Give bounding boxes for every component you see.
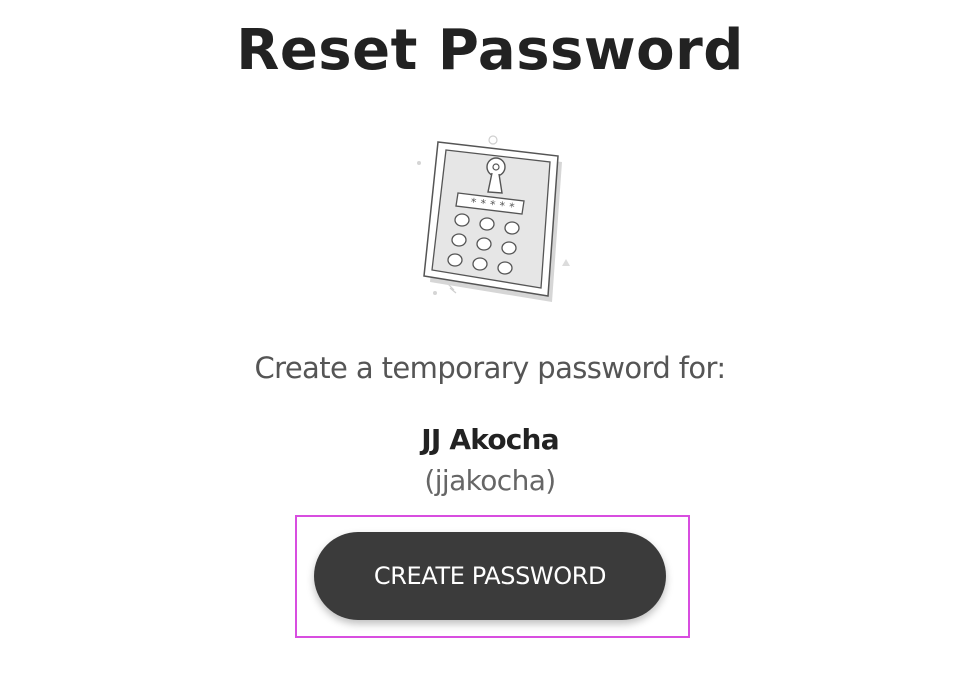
instruction-text: Create a temporary password for: xyxy=(254,351,726,385)
user-login-name: (jjakocha) xyxy=(424,464,556,497)
keypad-lock-icon: ***** xyxy=(410,130,580,310)
page-title: Reset Password xyxy=(236,18,744,83)
user-full-name: JJ Akocha xyxy=(421,423,559,456)
reset-password-page: Reset Password ***** Create a temporary … xyxy=(0,0,980,688)
create-password-button[interactable]: CREATE PASSWORD xyxy=(314,532,666,620)
